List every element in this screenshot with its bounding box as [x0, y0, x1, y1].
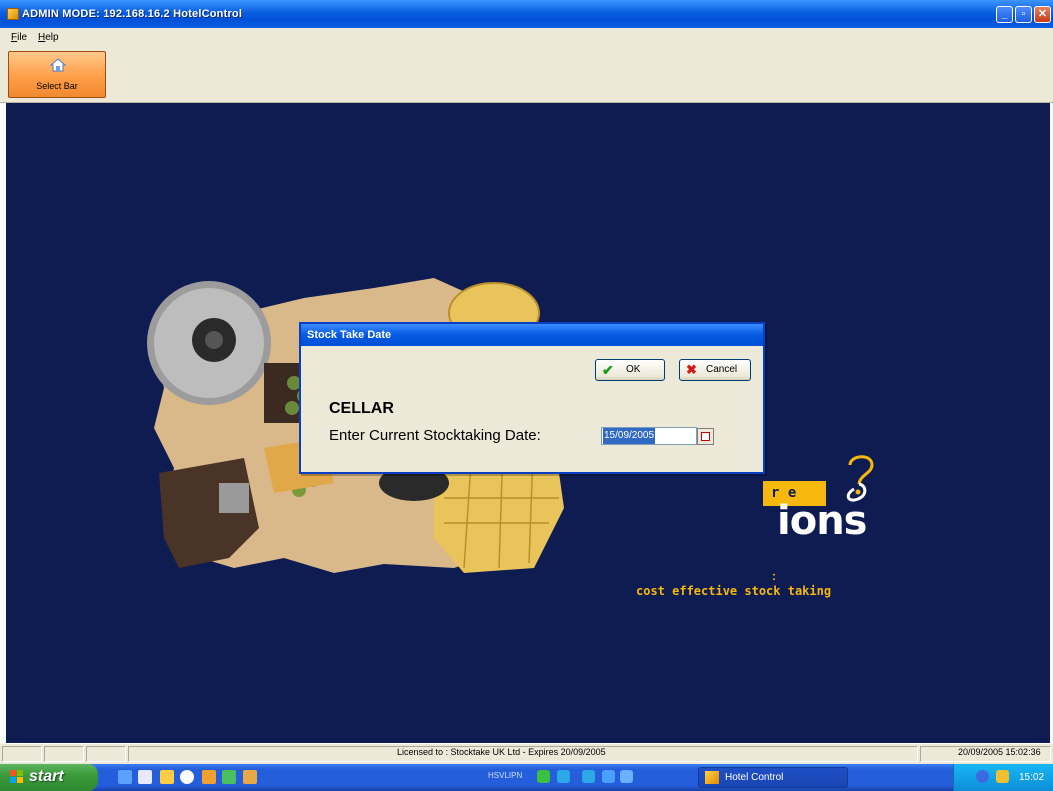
logo-text: ions [777, 498, 867, 544]
start-label: start [29, 768, 64, 785]
tray-app-icon[interactable] [537, 770, 550, 783]
calendar-icon [701, 432, 710, 441]
tray-app-icon[interactable] [557, 770, 570, 783]
cancel-button[interactable]: ✖ Cancel [679, 359, 751, 381]
hotelcontrol-launch-icon[interactable] [243, 770, 257, 784]
date-prompt: Enter Current Stocktaking Date: [329, 427, 541, 444]
app-launch-icon[interactable] [202, 770, 216, 784]
status-panel [86, 746, 126, 762]
tray-app-icon[interactable] [620, 770, 633, 783]
task-label: Hotel Control [725, 772, 784, 783]
cancel-label: Cancel [706, 364, 738, 375]
date-value: 15/09/2005 [603, 428, 656, 444]
toolbar: Select Bar [0, 48, 1053, 103]
tray-app-icon[interactable] [602, 770, 615, 783]
home-icon [50, 58, 66, 72]
app-icon [7, 8, 19, 20]
messenger-icon[interactable] [222, 770, 236, 784]
menu-bar: File Help [0, 28, 1053, 48]
title-bar[interactable]: ADMIN MODE: 192.168.16.2 HotelControl _ … [0, 0, 1053, 28]
tray-app-icon[interactable] [582, 770, 595, 783]
hotel-control-icon [705, 771, 719, 784]
maximize-button[interactable]: ▫ [1015, 6, 1032, 23]
menu-file[interactable]: File [11, 32, 27, 43]
ok-button[interactable]: ✔ OK [595, 359, 665, 381]
menu-help[interactable]: Help [38, 32, 59, 43]
window-title: ADMIN MODE: 192.168.16.2 HotelControl [22, 8, 243, 20]
location-heading: CELLAR [329, 400, 394, 417]
ok-label: OK [626, 364, 641, 375]
minimize-button[interactable]: _ [996, 6, 1013, 23]
stocktaking-date-input[interactable]: 15/09/2005 [601, 427, 697, 445]
language-bar[interactable]: HSVLIPN [488, 771, 522, 780]
select-bar-label: Select Bar [36, 81, 78, 91]
tagline: cost effective stock taking [636, 584, 832, 598]
status-datetime: 20/09/2005 15:02:36 [958, 747, 1041, 757]
desktop-icon[interactable] [138, 770, 152, 784]
dialog-title-bar[interactable]: Stock Take Date [301, 324, 763, 346]
close-button[interactable]: ✕ [1034, 6, 1051, 23]
logo-dot: : [772, 569, 776, 583]
media-icon[interactable] [180, 770, 194, 784]
calendar-button[interactable] [697, 428, 714, 445]
taskbar-clock[interactable]: 15:02 [1019, 772, 1044, 783]
license-text: Licensed to : Stocktake UK Ltd - Expires… [397, 747, 606, 757]
tray-status-icon[interactable] [996, 770, 1009, 783]
network-icon[interactable] [976, 770, 989, 783]
status-panel [44, 746, 84, 762]
logo-question-mark [846, 455, 874, 502]
taskbar: start HSVLIPN Hotel Control 15:02 [0, 764, 1053, 791]
windows-logo-icon [10, 770, 23, 783]
start-button[interactable]: start [0, 764, 98, 791]
stock-take-date-dialog: Stock Take Date ✔ OK ✖ Cancel CELLAR Ent… [299, 322, 765, 474]
status-bar: Licensed to : Stocktake UK Ltd - Expires… [0, 743, 1053, 765]
taskbar-hotel-control[interactable]: Hotel Control [698, 767, 848, 788]
select-bar-button[interactable]: Select Bar [8, 51, 106, 98]
cross-icon: ✖ [686, 362, 697, 377]
status-panel [2, 746, 42, 762]
check-icon: ✔ [602, 362, 614, 378]
dialog-title: Stock Take Date [307, 329, 392, 341]
folder-icon[interactable] [160, 770, 174, 784]
ie-icon[interactable] [118, 770, 132, 784]
dialog-body: ✔ OK ✖ Cancel CELLAR Enter Current Stock… [301, 346, 763, 472]
